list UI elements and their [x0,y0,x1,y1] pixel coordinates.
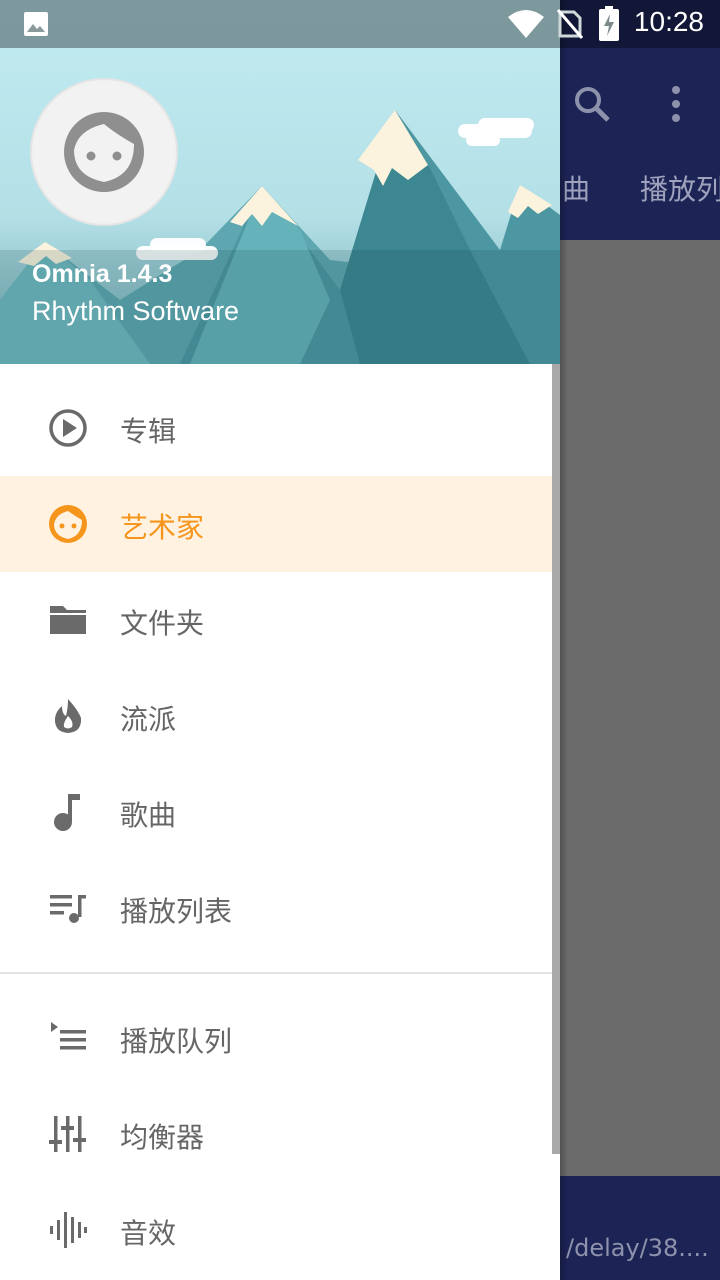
nav-item-label: 专辑 [120,415,177,448]
search-icon[interactable] [568,80,616,128]
flame-icon [54,699,82,733]
mini-player-title: /delay/38.... [566,1234,709,1262]
face-avatar-icon [64,112,144,192]
image-icon [24,12,48,36]
nav-item-queue[interactable]: 播放队列 [0,990,560,1086]
drawer-shadow [560,0,568,1280]
music-note-icon [54,794,80,831]
developer-name: Rhythm Software [32,296,240,326]
folder-icon [50,606,86,634]
nav-item-label: 流派 [120,703,177,736]
nav-item-label: 艺术家 [120,511,205,544]
nav-item-songs[interactable]: 歌曲 [0,764,560,860]
status-bar: 10:28 [0,0,720,48]
face-icon [49,505,87,543]
nav-item-label: 文件夹 [120,607,205,640]
navigation-drawer: Omnia 1.4.3 Rhythm Software 专辑 艺术家 文件夹 流… [0,0,560,1280]
avatar[interactable] [32,80,176,224]
nav-item-albums[interactable]: 专辑 [0,380,560,476]
wifi-icon [508,10,544,38]
divider [0,972,560,974]
tab-playlists[interactable]: 播放列 [640,168,720,208]
drawer-header: Omnia 1.4.3 Rhythm Software [0,0,560,364]
battery-charging-icon [599,6,619,41]
sound-wave-icon [50,1212,87,1248]
more-vert-icon[interactable] [652,80,700,128]
nav-item-artists[interactable]: 艺术家 [0,476,560,572]
equalizer-icon [49,1116,86,1152]
no-sim-icon [556,9,584,39]
nav-item-label: 播放列表 [120,895,233,928]
nav-item-label: 音效 [120,1217,177,1250]
nav-item-label: 歌曲 [120,799,177,832]
nav-item-genres[interactable]: 流派 [0,668,560,764]
nav-item-playlists[interactable]: 播放列表 [0,860,560,956]
nav-item-folders[interactable]: 文件夹 [0,572,560,668]
app-name: Omnia 1.4.3 [32,260,173,288]
nav-item-label: 均衡器 [120,1121,205,1154]
nav-item-equalizer[interactable]: 均衡器 [0,1086,560,1182]
nav-item-label: 播放队列 [120,1025,233,1058]
nav-item-audio-effects[interactable]: 音效 [0,1182,560,1278]
drawer-scrollbar[interactable] [552,364,560,1154]
playlist-icon [50,895,86,923]
play-circle-icon [49,409,87,447]
clock: 10:28 [633,6,704,37]
queue-icon [51,1022,86,1050]
